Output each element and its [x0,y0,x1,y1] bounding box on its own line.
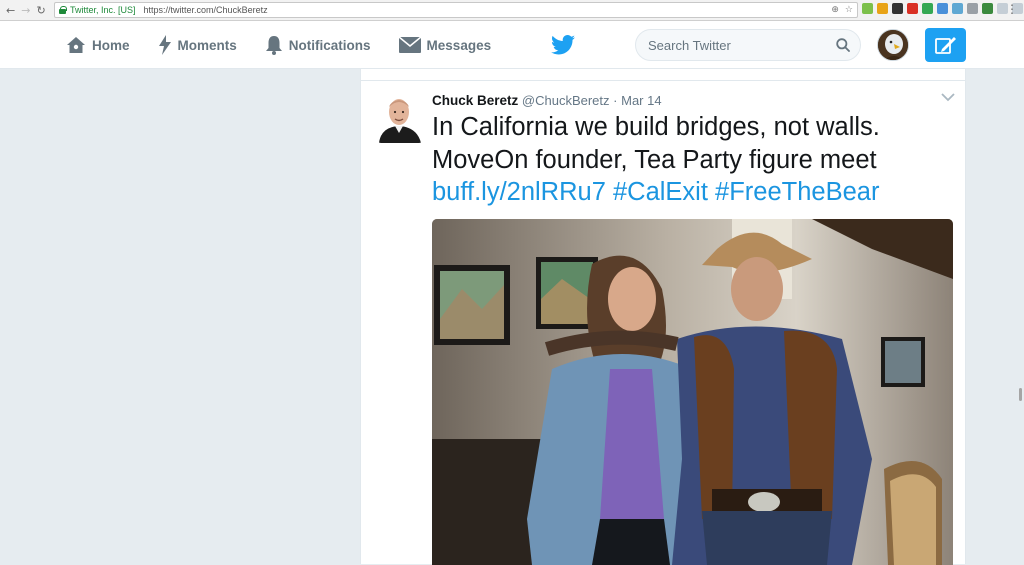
nav-home-label: Home [92,37,130,53]
home-icon [67,37,85,53]
bell-icon [265,36,282,55]
chevron-down-icon[interactable] [941,93,955,102]
nav-messages-label: Messages [426,37,492,53]
user-avatar[interactable] [877,29,909,61]
secure-label: Twitter, Inc. [US] [70,5,136,15]
search-icon[interactable] [836,38,850,52]
tweet-author-name[interactable]: Chuck Beretz [432,93,518,108]
browser-toolbar: ← → ↻ Twitter, Inc. [US] https://twitter… [0,0,1024,21]
extension-icon[interactable] [952,3,963,14]
tweet-separator: · [613,93,618,108]
extension-icon[interactable] [877,3,888,14]
timeline-top [360,69,966,80]
forward-arrow-icon[interactable]: → [21,5,30,16]
extension-icon[interactable] [922,3,933,14]
extension-icon[interactable] [907,3,918,14]
tweet-media-photo[interactable] [432,219,953,565]
address-bar[interactable]: Twitter, Inc. [US] https://twitter.com/C… [54,2,858,18]
tweet-text: In California we build bridges, not wall… [432,111,952,209]
extension-icon[interactable] [862,3,873,14]
twitter-bird-icon[interactable] [551,35,575,55]
extension-icon[interactable] [967,3,978,14]
nav-notifications[interactable]: Notifications [265,21,371,69]
nav-moments-label: Moments [177,37,237,53]
compose-tweet-button[interactable] [925,28,966,62]
page-scrollbar[interactable] [1019,388,1022,401]
zoom-icon[interactable]: ⊕ [831,5,839,15]
back-arrow-icon[interactable]: ← [6,5,15,16]
envelope-icon [398,37,421,53]
tweet-author-handle[interactable]: @ChuckBeretz [522,93,610,108]
eagle-avatar-icon [878,30,908,60]
nav-moments[interactable]: Moments [158,21,237,69]
tweet-links-line: buff.ly/2nlRRu7 #CalExit #FreeTheBear [432,176,952,209]
extension-icon[interactable] [937,3,948,14]
extension-icon[interactable] [892,3,903,14]
hashtag-link[interactable]: #CalExit [613,178,708,206]
nav-home[interactable]: Home [66,21,130,69]
bookmark-star-icon[interactable]: ☆ [845,5,853,15]
reload-icon[interactable]: ↻ [36,5,45,16]
tweet-timestamp[interactable]: Mar 14 [621,93,661,108]
hashtag-link[interactable]: #FreeTheBear [715,178,879,206]
nav-notifications-label: Notifications [288,37,371,53]
search-input[interactable] [648,37,828,53]
photo-two-people [432,219,953,565]
compose-quill-icon [934,37,956,54]
browser-menu-icon[interactable]: ⋮ [1006,2,1018,16]
url-text[interactable]: https://twitter.com/ChuckBeretz [144,5,268,15]
extension-icon[interactable] [982,3,993,14]
author-photo [377,93,423,143]
tweet-link[interactable]: buff.ly/2nlRRu7 [432,178,606,206]
tweet[interactable]: Chuck Beretz @ChuckBeretz · Mar 14 In Ca… [360,80,966,565]
global-nav: Home Moments Notifications Messages [66,21,519,69]
twitter-topbar: Home Moments Notifications Messages [0,21,1024,69]
extension-icons [862,3,1024,14]
tweet-text-line: MoveOn founder, Tea Party figure meet [432,145,877,174]
lock-icon [59,6,67,14]
lightning-icon [158,35,171,55]
tweet-text-line: In California we build bridges, not wall… [432,113,880,141]
tweet-author-avatar[interactable] [377,93,423,143]
nav-messages[interactable]: Messages [398,21,492,69]
address-bar-icons: ⊕ ☆ [831,5,853,15]
tweet-header: Chuck Beretz @ChuckBeretz · Mar 14 [432,93,662,108]
browser-nav-buttons: ← → ↻ [0,5,52,16]
search-box[interactable] [635,29,861,61]
